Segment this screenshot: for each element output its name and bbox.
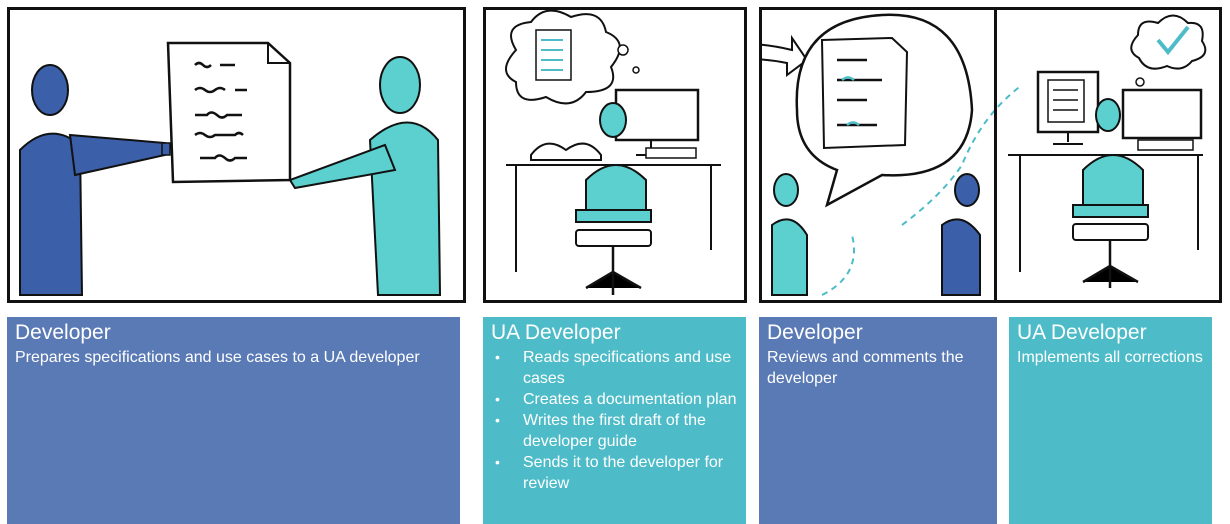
role-card-developer-prepare: Developer Prepares specifications and us… xyxy=(7,317,460,524)
list-item: Creates a documentation plan xyxy=(491,389,738,410)
document-icon xyxy=(166,41,292,184)
panel-writing xyxy=(483,7,747,303)
panel-review xyxy=(759,7,1222,303)
panel-divider xyxy=(994,10,997,300)
checkmark-icon xyxy=(1130,14,1207,87)
book-icon xyxy=(530,142,602,161)
ua-developer-figure xyxy=(771,173,808,296)
writing-illustration xyxy=(505,10,721,295)
list-item: Sends it to the developer for review xyxy=(491,452,738,494)
role-card-ua-developer-draft: UA Developer Reads specifications and us… xyxy=(483,317,746,524)
speech-bubble-icon xyxy=(795,13,974,208)
chair-icon xyxy=(575,209,652,295)
list-item: Reads specifications and use cases xyxy=(491,347,738,389)
panel-handover xyxy=(7,7,466,303)
developer-figure xyxy=(19,64,171,296)
ua-developer-figure xyxy=(288,56,442,296)
role-card-ua-developer-implement: UA Developer Implements all corrections xyxy=(1009,317,1212,524)
role-description: Reviews and comments the developer xyxy=(767,349,964,387)
role-title: UA Developer xyxy=(1017,321,1147,344)
role-card-developer-review: Developer Reviews and comments the devel… xyxy=(759,317,997,524)
handover-illustration xyxy=(19,41,442,296)
task-list: Reads specifications and use cases Creat… xyxy=(491,347,738,494)
role-title: Developer xyxy=(15,321,111,344)
role-description: Prepares specifications and use cases to… xyxy=(15,349,420,366)
implement-illustration xyxy=(1008,14,1207,288)
role-title: UA Developer xyxy=(491,321,621,344)
developer-figure xyxy=(941,173,981,296)
role-title: Developer xyxy=(767,321,863,344)
computer-icon xyxy=(614,88,700,159)
chair-icon xyxy=(1072,204,1149,288)
list-item: Writes the first draft of the developer … xyxy=(491,410,738,452)
role-description: Implements all corrections xyxy=(1017,349,1203,366)
